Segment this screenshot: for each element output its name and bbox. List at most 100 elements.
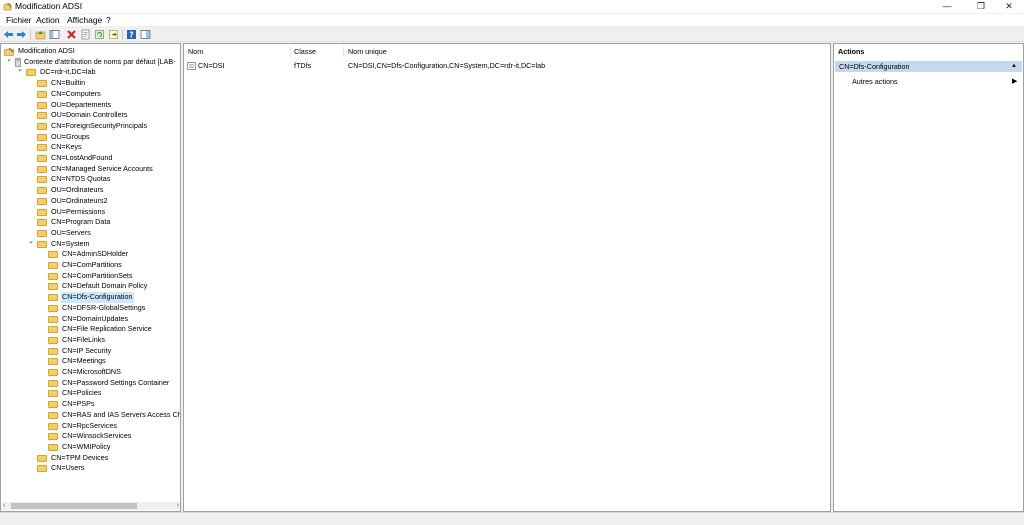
folder-icon [37, 112, 47, 120]
tree-node[interactable]: CN=DFSR-GlobalSettings [1, 302, 180, 314]
actions-title: Actions [838, 47, 865, 56]
tree-node[interactable]: CN=IP Security [1, 345, 180, 357]
list-item-nom-unique: CN=DSI,CN=Dfs-Configuration,CN=System,DC… [348, 61, 546, 70]
forward-icon[interactable] [16, 29, 27, 40]
tree-node[interactable]: OU=Domain Controllers [1, 110, 180, 121]
folder-icon [37, 187, 47, 195]
tree-node[interactable]: CN=LostAndFound [1, 153, 180, 164]
tree-node[interactable]: CN=MicrosoftDNS [1, 367, 180, 378]
tree-node[interactable]: CN=AdminSDHolder [1, 249, 180, 260]
folder-icon [37, 219, 47, 227]
expand-chevron-icon[interactable]: ⌄ [16, 65, 24, 76]
action-autres-actions[interactable]: Autres actions [852, 77, 898, 86]
expand-chevron-icon[interactable]: ⌄ [27, 237, 35, 248]
refresh-icon[interactable] [94, 29, 105, 40]
tree-node[interactable]: CN=WinsockServices [1, 431, 180, 442]
tree-node[interactable]: Modification ADSI [1, 46, 180, 57]
tree-node[interactable]: CN=Meetings [1, 356, 180, 367]
folder-icon [37, 197, 47, 205]
column-separator[interactable] [343, 46, 344, 57]
tree-node[interactable]: ⌄ CN=System [1, 237, 180, 250]
folder-icon [48, 411, 58, 419]
tree-node-label: CN=Keys [51, 142, 82, 152]
scroll-left-icon[interactable]: ‹ [3, 502, 5, 510]
tree-node[interactable]: CN=ComPartitions [1, 260, 180, 271]
tree-node[interactable]: CN=Keys [1, 142, 180, 153]
tree-node[interactable]: CN=Policies [1, 388, 180, 399]
scroll-right-icon[interactable]: › [177, 502, 179, 510]
tree-node[interactable]: OU=Departements [1, 100, 180, 111]
column-separator[interactable] [290, 46, 291, 57]
console-tree-icon[interactable] [49, 29, 60, 40]
tree-node[interactable]: CN=Builtin [1, 78, 180, 89]
horizontal-scrollbar[interactable]: ‹ › [2, 502, 180, 510]
tree-node-label: CN=IP Security [62, 345, 112, 355]
tree-node[interactable]: OU=Permissions [1, 207, 180, 218]
delete-icon[interactable] [66, 29, 77, 40]
tree-node[interactable]: CN=Dfs-Configuration [1, 292, 180, 303]
tree-node[interactable]: CN=TPM Devices [1, 453, 180, 464]
tree-node-label: CN=DFSR-GlobalSettings [62, 302, 146, 312]
tree-node-label: OU=Domain Controllers [51, 110, 128, 120]
tree-node-label: CN=Meetings [62, 356, 106, 366]
folder-icon [37, 101, 47, 109]
tree-node-label: DC=rdr-it,DC=lab [40, 67, 96, 77]
console-tree-pane[interactable]: Modification ADSI ⌄ Contexte d'attribution… [0, 43, 181, 512]
close-button[interactable]: ✕ [994, 0, 1024, 13]
toolbar-separator [30, 29, 31, 40]
help-icon[interactable]: ? [126, 29, 137, 40]
tree-node[interactable]: CN=File Replication Service [1, 324, 180, 335]
tree-node[interactable]: CN=RAS and IAS Servers Access Chec [1, 410, 180, 421]
column-header-nom-unique[interactable]: Nom unique [348, 47, 387, 56]
folder-icon [37, 229, 47, 237]
folder-icon [37, 80, 47, 88]
tree-node[interactable]: CN=Default Domain Policy [1, 281, 180, 292]
scrollbar-thumb[interactable] [11, 503, 137, 509]
container-icon [187, 62, 196, 70]
show-hide-icon[interactable] [140, 29, 151, 40]
tree-node[interactable]: CN=FileLinks [1, 335, 180, 346]
menu-help[interactable]: ? [106, 15, 111, 25]
folder-icon [37, 155, 47, 162]
properties-icon[interactable] [80, 29, 91, 40]
tree-node-label: CN=Policies [62, 388, 102, 398]
back-icon[interactable] [3, 29, 14, 40]
tree-node[interactable]: CN=Managed Service Accounts [1, 164, 180, 175]
submenu-arrow-icon[interactable]: ▶ [1012, 77, 1017, 85]
up-folder-icon[interactable] [35, 29, 46, 40]
tree-node[interactable]: CN=Users [1, 463, 180, 474]
folder-icon [37, 122, 47, 130]
tree-node[interactable]: CN=RpcServices [1, 421, 180, 432]
export-icon[interactable] [108, 29, 119, 40]
expand-chevron-icon[interactable]: ⌄ [5, 55, 13, 66]
tree-node[interactable]: ⌄ DC=rdr-it,DC=lab [1, 65, 180, 78]
tree-node[interactable]: CN=ForeignSecurityPrincipals [1, 121, 180, 132]
folder-icon [48, 358, 58, 366]
tree-node[interactable]: CN=NTDS Quotas [1, 174, 180, 185]
menu-affichage[interactable]: Affichage [67, 15, 102, 25]
tree-node[interactable]: OU=Ordinateurs [1, 185, 180, 196]
column-header-classe[interactable]: Classe [294, 47, 316, 56]
tree-node[interactable]: CN=Computers [1, 89, 180, 100]
menu-action[interactable]: Action [36, 15, 60, 25]
tree-node-label: CN=WinsockServices [62, 431, 132, 441]
adsi-edit-icon [3, 2, 12, 11]
action-label: Autres actions [852, 77, 898, 86]
column-header-nom[interactable]: Nom [188, 47, 203, 56]
collapse-icon[interactable]: ▲ [1011, 61, 1017, 72]
tree-node[interactable]: CN=Password Settings Container [1, 378, 180, 389]
tree-node[interactable]: OU=Groups [1, 132, 180, 143]
minimize-button[interactable]: — [932, 0, 962, 13]
menu-bar: Fichier Action Affichage ? [0, 14, 1024, 26]
results-pane[interactable]: Nom Classe Nom unique CN=DSI fTDfs CN=DS… [183, 43, 831, 512]
tree-node[interactable]: CN=ComPartitionSets [1, 271, 180, 282]
tree-node[interactable]: CN=WMIPolicy [1, 442, 180, 453]
tree-node[interactable]: CN=DomainUpdates [1, 314, 180, 325]
maximize-button[interactable]: ❐ [966, 0, 996, 13]
tree-node[interactable]: ⌄ Contexte d'attribution de noms par défa… [1, 55, 180, 68]
actions-section-header[interactable]: CN=Dfs-Configuration ▲ [835, 61, 1022, 72]
tree-node[interactable]: CN=PSPs [1, 399, 180, 410]
menu-fichier[interactable]: Fichier [6, 15, 32, 25]
tree-node[interactable]: OU=Ordinateurs2 [1, 196, 180, 207]
tree-node[interactable]: CN=Program Data [1, 217, 180, 228]
